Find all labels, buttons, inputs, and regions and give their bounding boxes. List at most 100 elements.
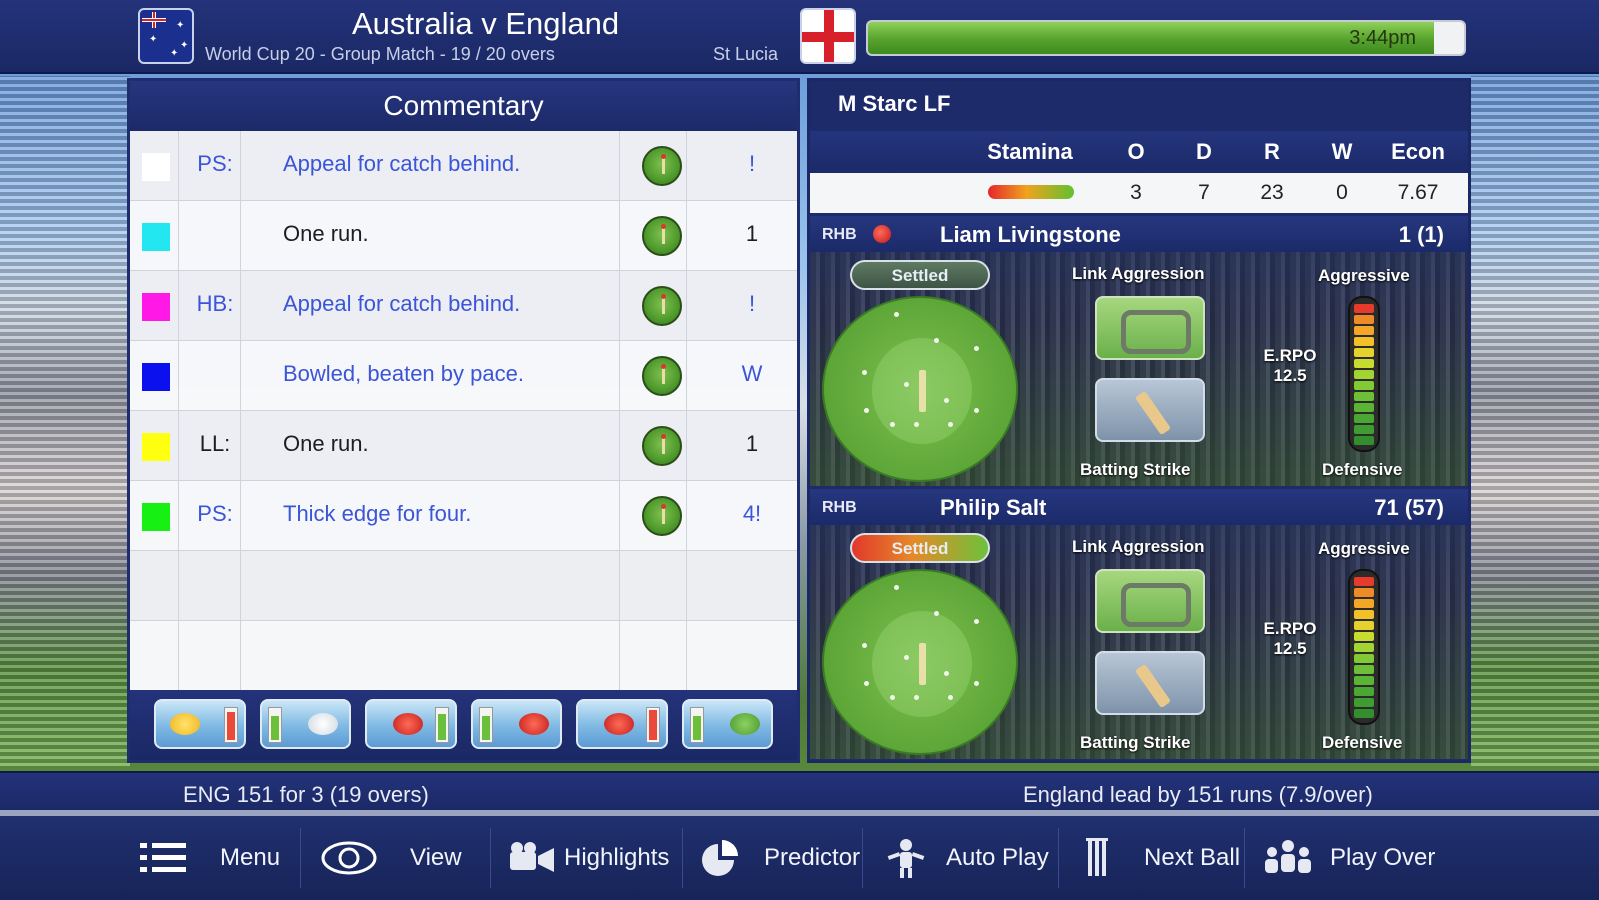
delivery-pitch-icon[interactable] — [642, 286, 682, 326]
commentary-text[interactable]: Appeal for catch behind. — [283, 151, 520, 177]
gauge-segment — [1354, 304, 1374, 313]
gauge-segment — [1354, 381, 1374, 390]
play-over-button[interactable]: Play Over — [1262, 816, 1435, 900]
batsman-card: RHB Liam Livingstone 1 (1) Settled Link … — [810, 216, 1468, 486]
stumps-icon — [1082, 836, 1112, 880]
commentary-row: PS: Thick edge for four. 4! — [130, 481, 797, 551]
delivery-pitch-icon[interactable] — [642, 426, 682, 466]
gauge-segment — [1354, 621, 1374, 630]
bowling-pace-button[interactable] — [576, 699, 668, 749]
bowling-pitch-button[interactable] — [259, 699, 351, 749]
overs-header: O — [1127, 139, 1145, 164]
play-over-label: Play Over — [1330, 844, 1436, 871]
batter-initials: PS: — [197, 151, 233, 176]
runs-header: R — [1264, 139, 1280, 164]
wickets-value: 0 — [1336, 181, 1348, 204]
gauge-segment — [1354, 315, 1374, 324]
on-strike-ball-icon — [873, 225, 891, 243]
predictor-button[interactable]: Predictor — [694, 816, 860, 900]
highlights-button[interactable]: Highlights — [508, 816, 669, 900]
meter-icon — [689, 707, 704, 743]
gauge-segment — [1354, 425, 1374, 434]
stamina-bar — [988, 185, 1074, 199]
auto-play-button[interactable]: Auto Play — [882, 816, 1049, 900]
gauge-segment — [1354, 326, 1374, 335]
link-aggression-button[interactable] — [1095, 569, 1205, 633]
aggression-gauge[interactable] — [1348, 296, 1380, 452]
delivery-result: W — [741, 361, 763, 386]
delivery-pitch-icon[interactable] — [642, 146, 682, 186]
commentary-text: One run. — [283, 221, 369, 246]
gauge-segment — [1354, 359, 1374, 368]
batsman-name: Liam Livingstone — [940, 222, 1121, 247]
field-placement-wheel[interactable] — [822, 569, 1018, 755]
england-flag-icon — [800, 8, 856, 64]
overs-value: 3 — [1130, 181, 1142, 204]
commentary-title: Commentary — [130, 81, 797, 131]
bowler-name[interactable]: M Starc LF — [838, 91, 950, 117]
stadium-background-left — [0, 76, 130, 766]
stamina-header: Stamina — [987, 139, 1073, 164]
delivery-result: ! — [748, 291, 756, 316]
ball-swing-icon — [518, 713, 549, 735]
link-aggression-label: Link Aggression — [1072, 264, 1205, 283]
gauge-segment — [1354, 665, 1374, 674]
match-time: 3:44pm — [1349, 27, 1416, 49]
view-button[interactable]: View — [320, 816, 462, 900]
defensive-label: Defensive — [1322, 460, 1403, 479]
eye-icon — [320, 840, 378, 876]
commentary-row-empty — [130, 551, 797, 621]
bowling-seam-button[interactable] — [365, 699, 457, 749]
team-icon — [1262, 838, 1314, 878]
commentary-row: PS: Appeal for catch behind.! — [130, 131, 797, 201]
menu-button[interactable]: Menu — [140, 816, 280, 900]
auto-play-label: Auto Play — [946, 844, 1049, 871]
link-aggression-label: Link Aggression — [1072, 537, 1205, 556]
dots-header: D — [1196, 139, 1212, 164]
pitch-icon — [307, 713, 338, 735]
batter-initials: LL: — [199, 431, 231, 456]
meter-icon — [478, 707, 493, 743]
batting-hand: RHB — [822, 226, 857, 243]
gauge-segment — [1354, 610, 1374, 619]
field-placement-wheel[interactable] — [822, 296, 1018, 482]
gauge-segment — [1354, 414, 1374, 423]
dots-value: 7 — [1198, 181, 1210, 204]
commentary-text[interactable]: Thick edge for four. — [283, 501, 471, 527]
score-status-bar: ENG 151 for 3 (19 overs) England lead by… — [0, 771, 1599, 813]
bowling-weather-button[interactable] — [154, 699, 246, 749]
ball-seam-icon — [393, 713, 423, 735]
next-ball-button[interactable]: Next Ball — [1082, 816, 1240, 900]
commentary-row-empty — [130, 621, 797, 691]
batter-color-swatch — [142, 433, 170, 461]
runs-value: 23 — [1260, 181, 1284, 204]
batsman-score: 1 (1) — [1398, 222, 1444, 247]
commentary-row: LL: One run. 1 — [130, 411, 797, 481]
commentary-text[interactable]: Bowled, beaten by pace. — [283, 361, 524, 387]
batsman-header: RHB Liam Livingstone 1 (1) — [810, 216, 1468, 252]
batter-initials: HB: — [196, 291, 234, 316]
bottom-navigation: Menu View Highlights Predictor Auto Play… — [0, 816, 1599, 900]
delivery-result: 1 — [745, 221, 759, 246]
commentary-text[interactable]: Appeal for catch behind. — [283, 291, 520, 317]
aggression-gauge[interactable] — [1348, 569, 1380, 725]
meter-icon — [645, 707, 660, 743]
link-aggression-button[interactable] — [1095, 296, 1205, 360]
batter-initials: PS: — [197, 501, 233, 526]
meter-icon — [267, 707, 282, 743]
venue-label: St Lucia — [713, 44, 779, 64]
field-icon — [729, 713, 760, 735]
bowling-swing-button[interactable] — [470, 699, 562, 749]
delivery-pitch-icon[interactable] — [642, 216, 682, 256]
batting-strike-button[interactable] — [1095, 651, 1205, 715]
batsman-name: Philip Salt — [940, 495, 1047, 520]
commentary-list: PS: Appeal for catch behind.! One run. 1 HB:… — [130, 131, 797, 691]
stadium-background-right — [1471, 76, 1599, 766]
bowling-field-button[interactable] — [681, 699, 773, 749]
defensive-label: Defensive — [1322, 733, 1403, 752]
batting-strike-button[interactable] — [1095, 378, 1205, 442]
delivery-pitch-icon[interactable] — [642, 496, 682, 536]
econ-value: 7.67 — [1397, 181, 1439, 204]
gauge-segment — [1354, 632, 1374, 641]
delivery-pitch-icon[interactable] — [642, 356, 682, 396]
